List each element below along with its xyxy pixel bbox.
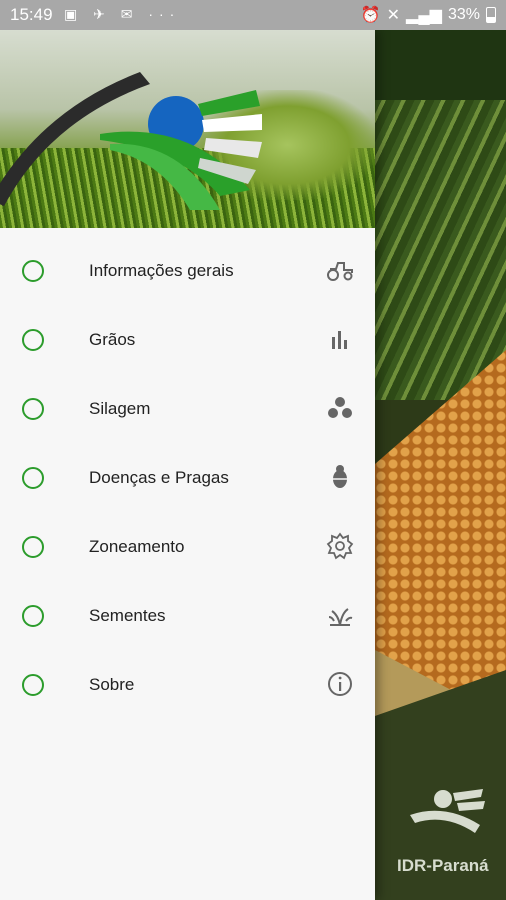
- background-content[interactable]: IDR-Paraná: [375, 30, 506, 900]
- menu-item-doencas-e-pragas[interactable]: Doenças e Pragas: [0, 445, 375, 514]
- idr-logo-text: IDR-Paraná: [397, 856, 489, 875]
- tractor-icon: [327, 262, 353, 281]
- idr-logo-icon: [410, 789, 485, 833]
- radio-indicator[interactable]: [22, 329, 44, 351]
- drawer-menu: Informações gerais Grãos Silagem Doenças…: [0, 238, 375, 721]
- radio-indicator[interactable]: [22, 467, 44, 489]
- menu-item-label: Sobre: [89, 675, 135, 694]
- status-time: 15:49: [10, 5, 53, 24]
- radio-indicator[interactable]: [22, 536, 44, 558]
- background-toolbar: [375, 30, 506, 100]
- menu-item-label: Doenças e Pragas: [89, 468, 229, 487]
- radio-indicator[interactable]: [22, 674, 44, 696]
- radio-indicator[interactable]: [22, 398, 44, 420]
- mute-icon: ✕: [386, 7, 401, 24]
- menu-item-sementes[interactable]: Sementes: [0, 583, 375, 652]
- radio-indicator[interactable]: [22, 260, 44, 282]
- notification-icons: ▣ ✈ ✉ ···: [64, 6, 181, 22]
- alarm-icon: ⏰: [360, 7, 381, 24]
- menu-item-label: Grãos: [89, 330, 136, 349]
- menu-item-label: Zoneamento: [89, 537, 185, 556]
- grain-dots-icon: [328, 397, 352, 418]
- menu-item-label: Silagem: [89, 399, 151, 418]
- menu-item-silagem[interactable]: Silagem: [0, 376, 375, 445]
- corn-leaves-image: [375, 100, 506, 400]
- menu-item-label: Informações gerais: [89, 261, 234, 280]
- status-bar: 15:49 ▣ ✈ ✉ ··· ⏰ ✕ ▂▄▆ 33%: [0, 0, 506, 30]
- menu-item-graos[interactable]: Grãos: [0, 307, 375, 376]
- battery-icon: [486, 7, 496, 23]
- status-right: ⏰ ✕ ▂▄▆ 33%: [361, 5, 496, 25]
- bar-chart-icon: [332, 331, 347, 349]
- navigation-drawer: Informações gerais Grãos Silagem Doenças…: [0, 30, 375, 900]
- app-logo-icon: [100, 90, 262, 210]
- radio-indicator[interactable]: [22, 605, 44, 627]
- info-icon: [328, 672, 352, 696]
- sprout-icon: [328, 608, 353, 626]
- drawer-header: [0, 30, 375, 228]
- signal-icon: ▂▄▆: [406, 7, 442, 24]
- menu-item-sobre[interactable]: Sobre: [0, 652, 375, 721]
- gear-icon: [326, 532, 354, 560]
- bug-icon: [333, 465, 347, 488]
- menu-item-zoneamento[interactable]: Zoneamento: [0, 514, 375, 583]
- menu-item-informacoes-gerais[interactable]: Informações gerais: [0, 238, 375, 307]
- battery-percent: 33%: [447, 6, 480, 23]
- menu-item-label: Sementes: [89, 606, 166, 625]
